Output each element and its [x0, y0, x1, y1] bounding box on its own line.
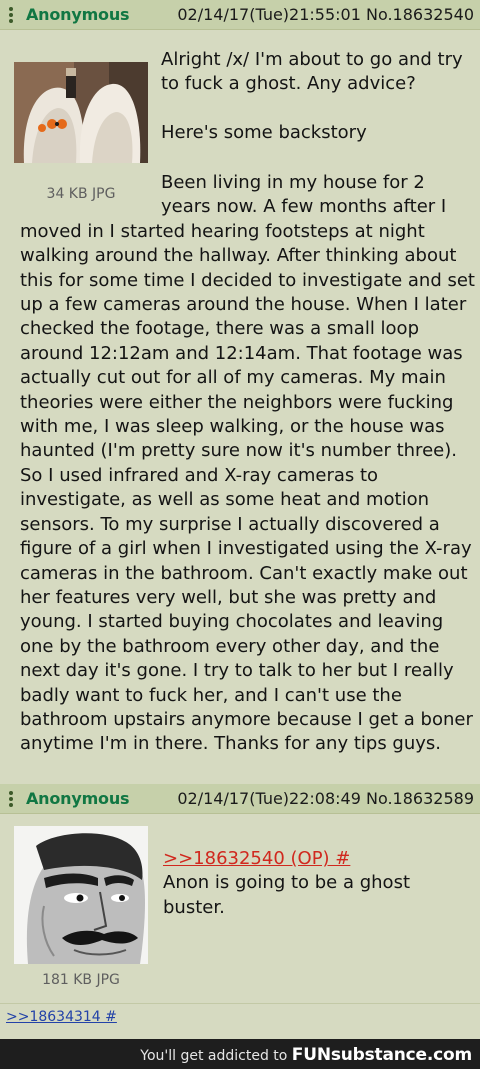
post-body: >>18632540 (OP) # Anon is going to be a …: [163, 847, 473, 920]
watermark-prefix: You'll get addicted to: [140, 1048, 288, 1064]
post-paragraph: Here's some backstory: [161, 122, 367, 143]
post-body: Alright /x/ I'm about to go and try to f…: [0, 0, 480, 778]
quote-link[interactable]: >>18632540 (OP) #: [163, 847, 473, 871]
watermark-brand: FUNsubstance.com: [291, 1045, 472, 1065]
post-op: Anonymous 02/14/17(Tue)21:55:01 No.18632…: [0, 0, 480, 778]
post-paragraph: Anon is going to be a ghost buster.: [163, 872, 411, 918]
post-reply: Anonymous 02/14/17(Tue)22:08:49 No.18632…: [0, 784, 480, 1003]
backlink-bar: >>18634314 #: [0, 1003, 480, 1031]
watermark: You'll get addicted to FUNsubstance.com: [140, 1045, 472, 1065]
watermark-bar: You'll get addicted to FUNsubstance.com: [0, 1039, 480, 1069]
post-paragraph: Alright /x/ I'm about to go and try to f…: [161, 49, 463, 95]
file-info[interactable]: 181 KB JPG: [14, 972, 148, 988]
post-thumbnail[interactable]: [14, 826, 148, 964]
post-paragraph-wrap: Been living in my house for 2 years now.…: [20, 171, 480, 757]
post-header: Anonymous 02/14/17(Tue)22:08:49 No.18632…: [0, 784, 480, 814]
post-paragraph: Been living in my house for 2 years now.…: [20, 172, 475, 755]
post-meta: 02/14/17(Tue)22:08:49 No.18632589: [177, 789, 474, 808]
poster-name: Anonymous: [26, 789, 130, 808]
backlink[interactable]: >>18634314 #: [6, 1009, 117, 1025]
menu-dots-icon[interactable]: [8, 791, 14, 809]
